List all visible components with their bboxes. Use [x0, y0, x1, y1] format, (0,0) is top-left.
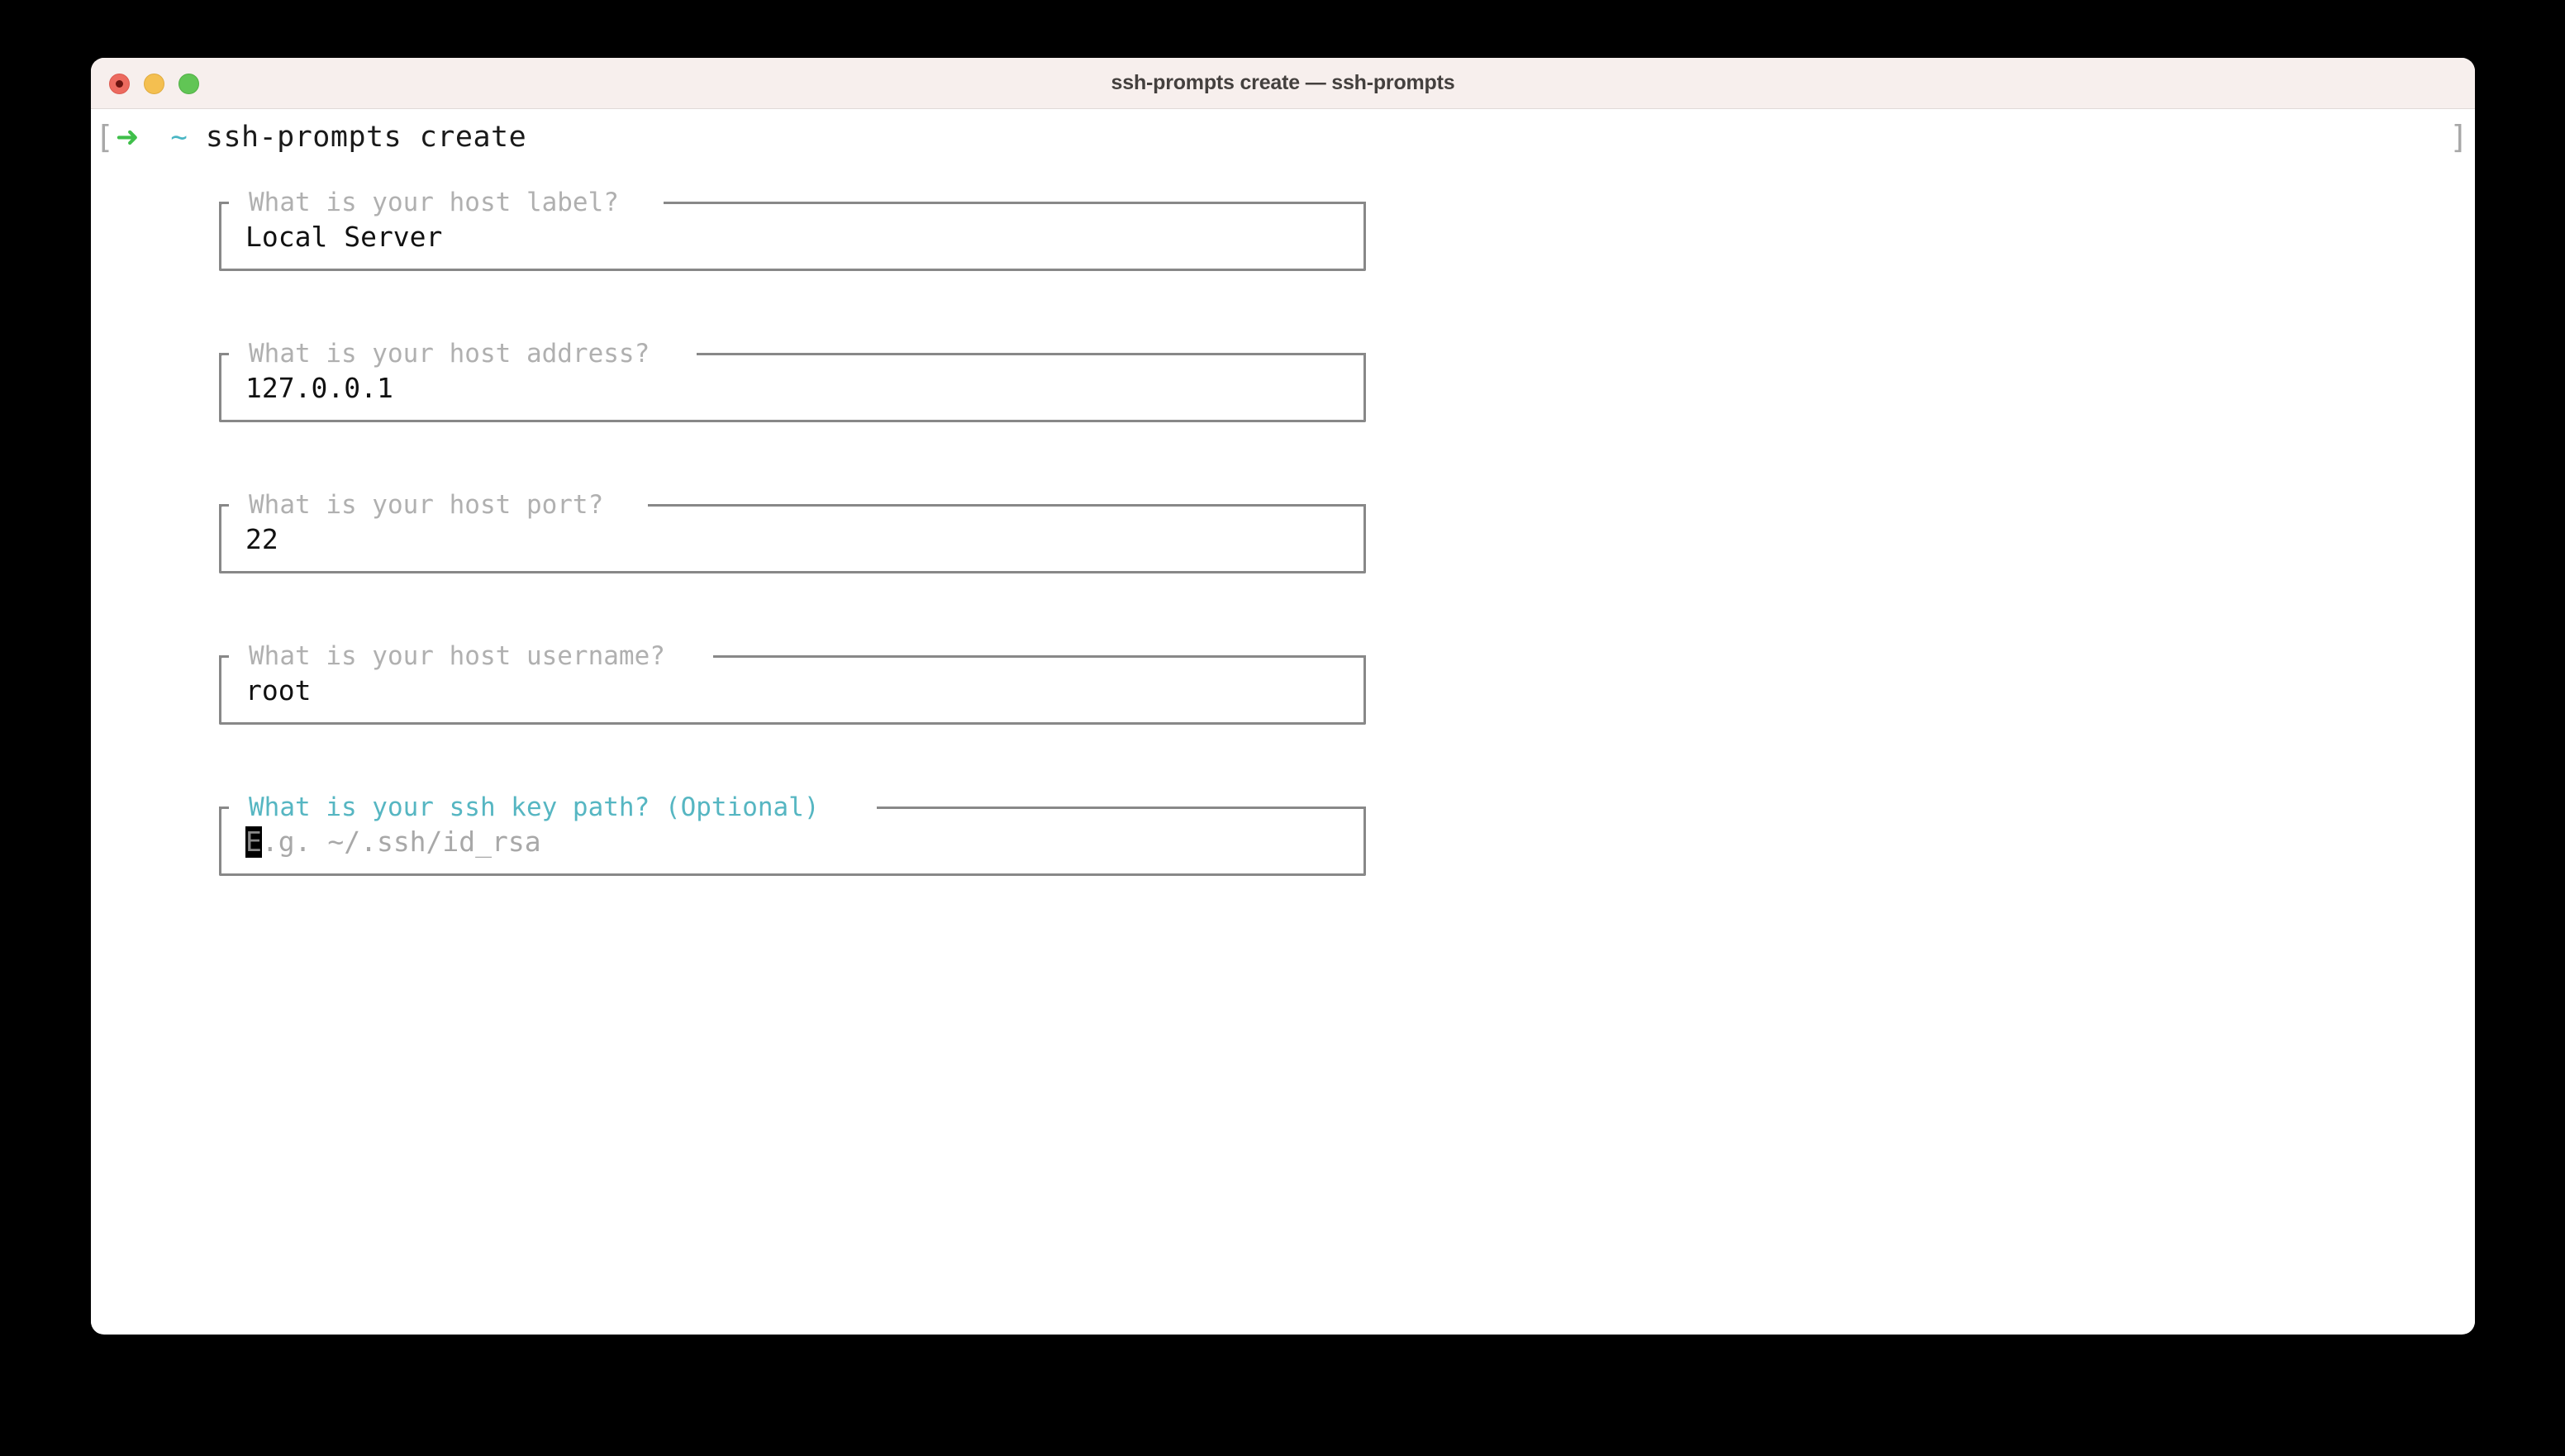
field-label: What is your host address?	[244, 341, 657, 367]
bracket-left-icon: [	[95, 119, 114, 155]
form-field-host-label[interactable]: What is your host label? Local Server	[219, 190, 1366, 271]
prompt-arrow-icon: ➜	[115, 121, 140, 154]
form-field-ssh-key-path[interactable]: What is your ssh key path? (Optional) E.g…	[219, 795, 1366, 876]
prompt-line: [ ➜ ~ ssh-prompts create ]	[91, 116, 2475, 159]
field-value: 127.0.0.1	[245, 372, 393, 404]
terminal-body[interactable]: [ ➜ ~ ssh-prompts create ] What is your …	[91, 109, 2475, 1334]
field-label: What is your ssh key path? (Optional)	[244, 795, 826, 821]
field-corner	[219, 504, 229, 514]
form-field-host-port[interactable]: What is your host port? 22	[219, 492, 1366, 573]
field-top-border	[647, 504, 1366, 507]
field-corner	[219, 353, 229, 363]
form-field-host-username[interactable]: What is your host username? root	[219, 644, 1366, 725]
terminal-window: ssh-prompts create — ssh-prompts [ ➜ ~ s…	[91, 58, 2475, 1335]
field-label: What is your host port?	[244, 492, 611, 518]
bracket-right-icon: ]	[2449, 119, 2468, 155]
field-placeholder: E.g. ~/.ssh/id_rsa	[245, 826, 541, 858]
field-top-border	[877, 807, 1366, 809]
close-button[interactable]	[109, 73, 130, 94]
field-value: Local Server	[245, 221, 443, 253]
field-label: What is your host label?	[244, 190, 626, 216]
field-top-border	[712, 655, 1366, 658]
form-field-host-address[interactable]: What is your host address? 127.0.0.1	[219, 341, 1366, 422]
window-title: ssh-prompts create — ssh-prompts	[1111, 71, 1455, 94]
field-value: 22	[245, 523, 278, 555]
field-corner	[219, 807, 229, 816]
prompt-command: ssh-prompts create	[205, 121, 527, 154]
field-placeholder-rest: .g. ~/.ssh/id_rsa	[261, 826, 541, 858]
titlebar: ssh-prompts create — ssh-prompts	[91, 58, 2475, 109]
field-label: What is your host username?	[244, 644, 672, 669]
traffic-lights	[109, 58, 199, 109]
text-cursor: E	[245, 826, 262, 858]
minimize-button[interactable]	[144, 73, 164, 94]
field-corner	[219, 655, 229, 665]
field-top-border	[664, 202, 1366, 204]
prompt-path: ~	[170, 121, 188, 154]
field-value: root	[245, 674, 312, 707]
ssh-create-form: What is your host label? Local Server What…	[219, 190, 1376, 946]
maximize-button[interactable]	[178, 73, 199, 94]
field-corner	[219, 202, 229, 212]
field-top-border	[697, 353, 1366, 355]
